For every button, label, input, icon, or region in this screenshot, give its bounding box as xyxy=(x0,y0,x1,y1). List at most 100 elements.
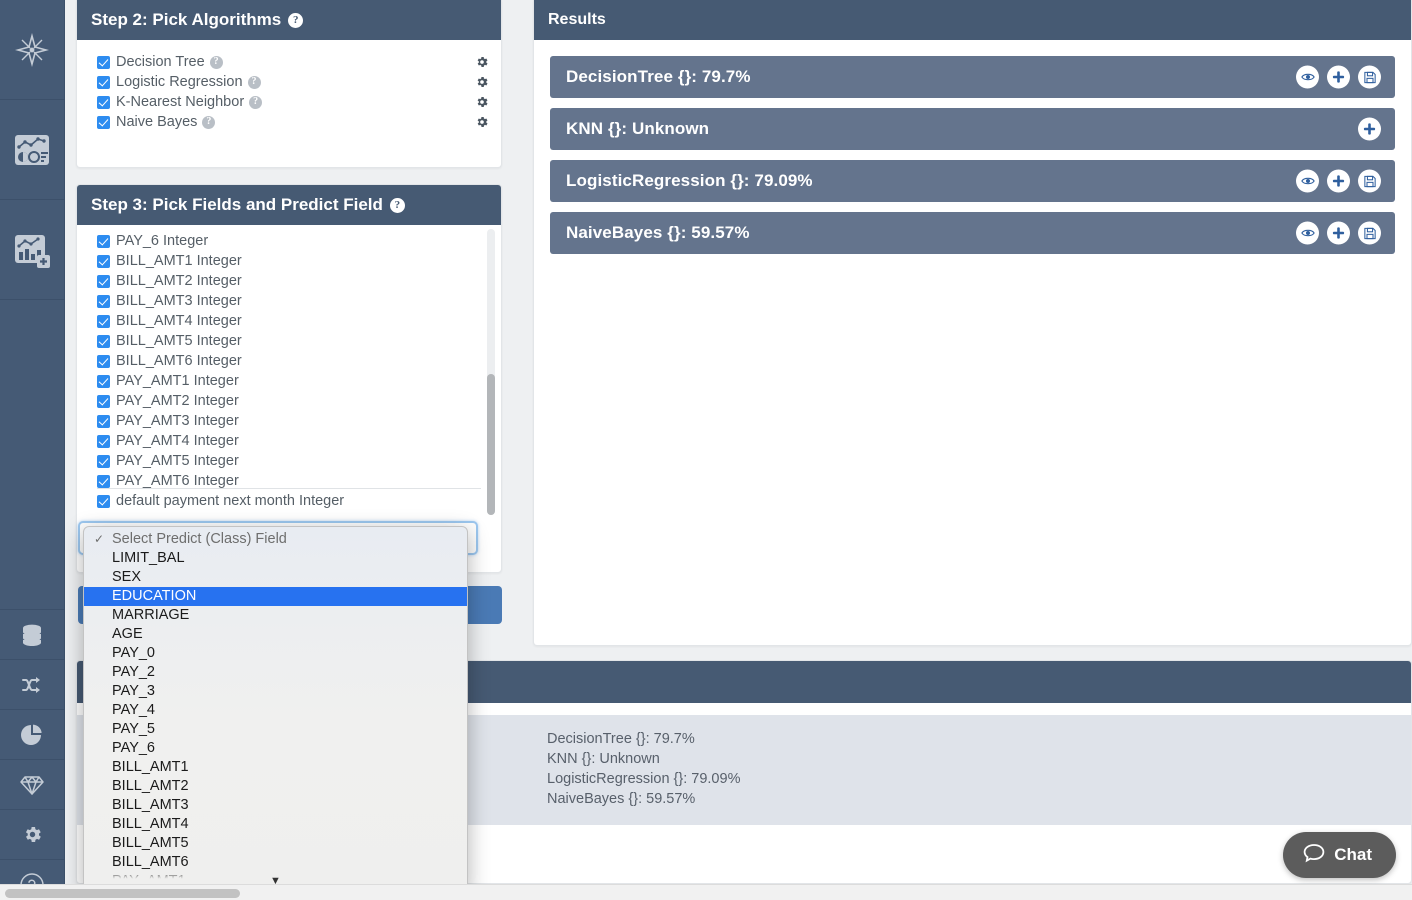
help-icon[interactable]: ? xyxy=(389,197,405,213)
save-icon[interactable] xyxy=(1358,221,1381,245)
field-item[interactable]: PAY_AMT2 Integer xyxy=(97,391,501,411)
field-item[interactable]: default payment next month Integer xyxy=(97,491,501,511)
dropdown-option[interactable]: BILL_AMT3 xyxy=(84,796,467,815)
plus-icon[interactable] xyxy=(1327,65,1350,89)
plus-icon[interactable] xyxy=(1358,117,1381,141)
algorithm-item[interactable]: Naive Bayes ? xyxy=(77,112,501,132)
field-checkbox[interactable] xyxy=(97,374,110,388)
field-item[interactable]: BILL_AMT1 Integer xyxy=(97,251,501,271)
chat-button[interactable]: Chat xyxy=(1283,832,1396,878)
sidebar-item-settings[interactable] xyxy=(0,810,64,860)
dropdown-option[interactable]: PAY_0 xyxy=(84,644,467,663)
field-list-scrollbar[interactable] xyxy=(487,229,495,515)
field-checkbox[interactable] xyxy=(97,414,110,428)
dropdown-option[interactable]: SEX xyxy=(84,568,467,587)
dropdown-option[interactable]: BILL_AMT4 xyxy=(84,815,467,834)
eye-icon[interactable] xyxy=(1296,65,1319,89)
result-row[interactable]: LogisticRegression {}: 79.09% xyxy=(550,160,1395,202)
field-checkbox[interactable] xyxy=(97,274,110,288)
field-label: BILL_AMT4 Integer xyxy=(116,313,242,329)
dropdown-option[interactable]: PAY_3 xyxy=(84,682,467,701)
dropdown-option[interactable]: PAY_6 xyxy=(84,739,467,758)
scrollbar-thumb[interactable] xyxy=(487,374,495,515)
field-item[interactable]: BILL_AMT4 Integer xyxy=(97,311,501,331)
field-checkbox[interactable] xyxy=(97,394,110,408)
dropdown-option[interactable]: AGE xyxy=(84,625,467,644)
field-item[interactable]: BILL_AMT5 Integer xyxy=(97,331,501,351)
field-checkbox[interactable] xyxy=(97,474,110,488)
result-row[interactable]: DecisionTree {}: 79.7% xyxy=(550,56,1395,98)
help-icon[interactable]: ? xyxy=(202,115,216,129)
field-item[interactable]: PAY_AMT1 Integer xyxy=(97,371,501,391)
field-item[interactable]: PAY_AMT4 Integer xyxy=(97,431,501,451)
dropdown-option[interactable]: BILL_AMT2 xyxy=(84,777,467,796)
field-label: PAY_AMT5 Integer xyxy=(116,453,239,469)
field-item[interactable]: PAY_AMT5 Integer xyxy=(97,451,501,471)
save-icon[interactable] xyxy=(1358,169,1381,193)
field-label: PAY_AMT3 Integer xyxy=(116,413,239,429)
algorithm-item[interactable]: Logistic Regression ? xyxy=(77,72,501,92)
field-checkbox[interactable] xyxy=(97,234,110,248)
help-icon[interactable]: ? xyxy=(247,75,261,89)
chart-add-icon xyxy=(12,230,52,270)
field-checkbox[interactable] xyxy=(97,294,110,308)
dropdown-option[interactable]: PAY_2 xyxy=(84,663,467,682)
algorithm-checkbox[interactable] xyxy=(97,95,110,109)
result-row[interactable]: NaiveBayes {}: 59.57% xyxy=(550,212,1395,254)
save-icon[interactable] xyxy=(1358,65,1381,89)
algorithm-item[interactable]: Decision Tree ? xyxy=(77,52,501,72)
algorithm-settings-button[interactable] xyxy=(475,52,489,72)
algorithm-settings-button[interactable] xyxy=(475,112,489,132)
pie-chart-icon xyxy=(21,724,43,746)
predict-field-dropdown-popup[interactable]: Select Predict (Class) Field LIMIT_BAL S… xyxy=(83,526,468,893)
shuffle-icon xyxy=(21,675,43,695)
dropdown-option[interactable]: PAY_4 xyxy=(84,701,467,720)
field-checkbox[interactable] xyxy=(97,314,110,328)
field-checkbox[interactable] xyxy=(97,354,110,368)
sidebar-item-gem[interactable] xyxy=(0,760,64,810)
sidebar-item-pie-chart[interactable] xyxy=(0,710,64,760)
eye-icon[interactable] xyxy=(1296,169,1319,193)
result-label: NaiveBayes {}: 59.57% xyxy=(566,223,750,242)
dropdown-option[interactable]: BILL_AMT1 xyxy=(84,758,467,777)
scrollbar-thumb[interactable] xyxy=(5,889,240,898)
help-icon[interactable]: ? xyxy=(249,95,263,109)
field-checkbox[interactable] xyxy=(97,454,110,468)
field-item[interactable]: BILL_AMT2 Integer xyxy=(97,271,501,291)
dropdown-option[interactable]: MARRIAGE xyxy=(84,606,467,625)
dropdown-option[interactable]: PAY_5 xyxy=(84,720,467,739)
dropdown-option[interactable]: Select Predict (Class) Field xyxy=(84,530,467,549)
field-item[interactable]: BILL_AMT3 Integer xyxy=(97,291,501,311)
algorithm-item[interactable]: K-Nearest Neighbor ? xyxy=(77,92,501,112)
step3-header: Step 3: Pick Fields and Predict Field ? xyxy=(77,185,501,225)
sidebar-item-new-chart[interactable] xyxy=(0,200,64,300)
field-checkbox[interactable] xyxy=(97,334,110,348)
plus-icon[interactable] xyxy=(1327,221,1350,245)
algorithm-settings-button[interactable] xyxy=(475,72,489,92)
horizontal-scrollbar[interactable] xyxy=(0,884,1412,900)
field-checkbox[interactable] xyxy=(97,494,110,508)
field-label: PAY_AMT4 Integer xyxy=(116,433,239,449)
algorithm-checkbox[interactable] xyxy=(97,75,110,89)
algorithm-checkbox[interactable] xyxy=(97,55,110,69)
dropdown-option-highlighted[interactable]: EDUCATION xyxy=(84,587,467,606)
field-item[interactable]: PAY_AMT3 Integer xyxy=(97,411,501,431)
field-item[interactable]: PAY_6 Integer xyxy=(97,231,501,251)
sidebar-item-analytics-dashboard[interactable] xyxy=(0,100,64,200)
plus-icon[interactable] xyxy=(1327,169,1350,193)
field-checkbox[interactable] xyxy=(97,254,110,268)
field-checkbox[interactable] xyxy=(97,434,110,448)
field-item[interactable]: BILL_AMT6 Integer xyxy=(97,351,501,371)
sidebar-item-shuffle[interactable] xyxy=(0,660,64,710)
eye-icon[interactable] xyxy=(1296,221,1319,245)
dropdown-option[interactable]: LIMIT_BAL xyxy=(84,549,467,568)
help-icon[interactable]: ? xyxy=(288,12,304,28)
sidebar-item-logo[interactable] xyxy=(0,0,64,100)
divider xyxy=(97,488,481,489)
result-row[interactable]: KNN {}: Unknown xyxy=(550,108,1395,150)
algorithm-checkbox[interactable] xyxy=(97,115,110,129)
sidebar-item-database[interactable] xyxy=(0,610,64,660)
dropdown-option[interactable]: BILL_AMT5 xyxy=(84,834,467,853)
algorithm-settings-button[interactable] xyxy=(475,92,489,112)
help-icon[interactable]: ? xyxy=(209,55,223,69)
